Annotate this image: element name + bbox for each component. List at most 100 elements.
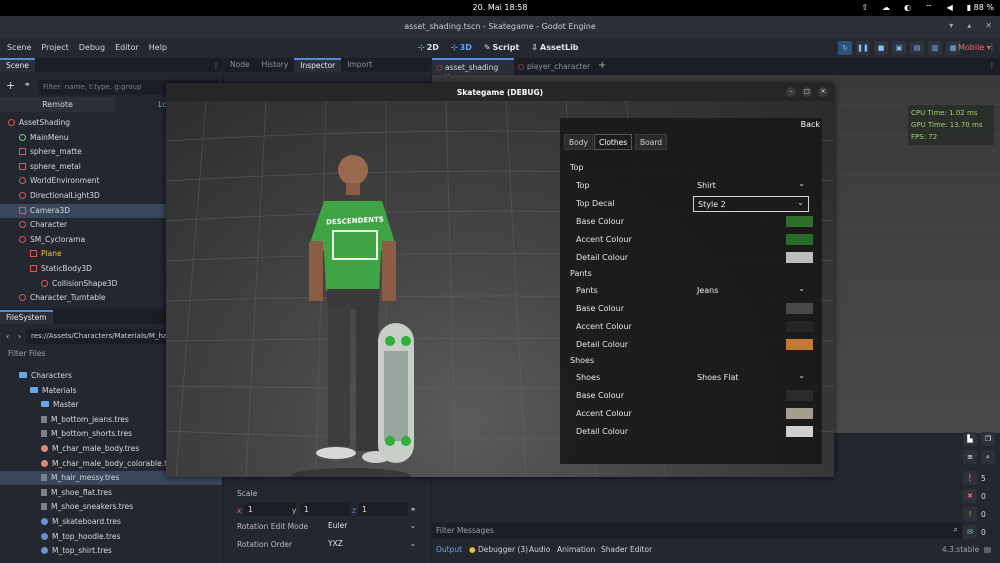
link-icon[interactable]: ⚭: [24, 80, 31, 89]
scale-x-input[interactable]: 1: [244, 503, 296, 516]
close-icon[interactable]: ✕: [818, 87, 828, 97]
warning-icon[interactable]: !: [963, 507, 977, 521]
remote-tab[interactable]: Remote: [0, 97, 115, 112]
tab-node[interactable]: Node: [224, 58, 256, 72]
upload-icon[interactable]: ⇧: [861, 3, 868, 13]
file-label: M_shoe_sneakers.tres: [51, 502, 134, 512]
tabs-menu-icon[interactable]: ⋮: [988, 61, 996, 70]
filter-list-icon[interactable]: ≡: [963, 450, 977, 464]
scale-y-input[interactable]: 1: [300, 503, 350, 516]
top-decal-select[interactable]: Style 2 ⌄: [693, 196, 809, 212]
volume-icon[interactable]: ◀: [947, 3, 953, 13]
tab-history[interactable]: History: [256, 58, 295, 72]
file-item[interactable]: M_skateboard.tres: [0, 515, 222, 529]
play-custom-icon[interactable]: ▥: [928, 41, 942, 55]
tab-debugger[interactable]: ● Debugger (3): [469, 545, 528, 554]
tab-body[interactable]: Body: [564, 134, 593, 150]
minimize-icon[interactable]: ▾: [949, 21, 953, 30]
tab-shader-editor[interactable]: Shader Editor: [601, 545, 652, 554]
pants-detail-colour-swatch[interactable]: [786, 339, 813, 350]
file-item[interactable]: M_top_shirt.tres: [0, 544, 222, 558]
add-tab-icon[interactable]: +: [598, 60, 606, 71]
search-toggle-icon[interactable]: ⌕: [981, 450, 995, 464]
minimize-icon[interactable]: –: [786, 87, 796, 97]
scene-tab-player-character[interactable]: ○ player_character: [518, 62, 590, 71]
tab-scene[interactable]: Scene: [0, 58, 35, 72]
tab-audio[interactable]: Audio: [529, 545, 550, 554]
wifi-icon[interactable]: ⌔: [925, 3, 933, 13]
material-icon: [41, 445, 48, 452]
close-icon[interactable]: ✕: [985, 21, 992, 30]
pause-icon[interactable]: ❚❚: [856, 41, 870, 55]
sync-icon[interactable]: ◐: [904, 3, 911, 13]
add-node-icon[interactable]: +: [6, 79, 15, 92]
back-button[interactable]: Back: [801, 120, 820, 129]
tab-inspector[interactable]: Inspector: [294, 58, 342, 72]
maximize-icon[interactable]: ▴: [967, 21, 971, 30]
warning-count: 0: [981, 510, 986, 519]
material-icon: [41, 532, 48, 540]
dock-menu-icon[interactable]: ⋮: [212, 61, 220, 70]
play-scene-icon[interactable]: ▤: [910, 41, 924, 55]
more-icon[interactable]: ⋮: [988, 42, 996, 51]
filter-messages-input[interactable]: Filter Messages: [436, 526, 494, 535]
messages-icon[interactable]: ❗: [963, 471, 977, 485]
copy-icon[interactable]: ❐: [981, 432, 995, 446]
menu-scene[interactable]: Scene: [7, 43, 31, 52]
file-filter-input[interactable]: Filter Files: [8, 349, 45, 358]
path-field[interactable]: res://Assets/Characters/Materials/M_ha: [26, 329, 168, 344]
rotation-edit-mode-select[interactable]: Euler ⌄: [324, 519, 419, 532]
top-select[interactable]: Shirt ⌄: [693, 178, 809, 194]
tab-output[interactable]: Output: [436, 545, 462, 554]
tab-clothes[interactable]: Clothes: [594, 134, 633, 150]
scene-tab-asset-shading[interactable]: ○ asset_shading ✕: [432, 58, 514, 81]
file-item[interactable]: M_shoe_sneakers.tres: [0, 500, 222, 514]
pants-accent-colour-label: Accent Colour: [576, 322, 632, 331]
pants-accent-colour-swatch[interactable]: [786, 321, 813, 332]
chevron-down-icon: ⌄: [409, 539, 416, 548]
top-accent-colour-swatch[interactable]: [786, 234, 813, 245]
scale-z-input[interactable]: 1: [358, 503, 408, 516]
renderer-select[interactable]: Mobile ▾: [958, 43, 991, 52]
layout-icon[interactable]: ▤: [984, 545, 991, 554]
stop-icon[interactable]: ■: [874, 41, 888, 55]
battery-indicator[interactable]: ▮ 88 %: [967, 3, 994, 13]
tab-animation[interactable]: Animation: [557, 545, 595, 554]
shoes-base-colour-swatch[interactable]: [786, 390, 813, 401]
workspace-2d[interactable]: ⊹ 2D: [418, 43, 439, 52]
clear-icon[interactable]: ▙: [963, 432, 977, 446]
top-base-colour-swatch[interactable]: [786, 216, 813, 227]
chevron-down-icon: ⌄: [798, 284, 805, 293]
maximize-icon[interactable]: □: [802, 87, 812, 97]
shoes-select[interactable]: Shoes Flat ⌄: [693, 370, 809, 386]
workspace-assetlib[interactable]: ⇩ AssetLib: [531, 43, 578, 52]
back-arrow-icon[interactable]: ‹: [6, 332, 9, 341]
workspace-3d[interactable]: ⊹ 3D: [451, 43, 472, 52]
top-decal-select-value: Style 2: [698, 200, 726, 209]
shoes-accent-colour-swatch[interactable]: [786, 408, 813, 419]
file-item[interactable]: M_shoe_flat.tres: [0, 486, 222, 500]
menu-help[interactable]: Help: [149, 43, 167, 52]
editor-message-icon[interactable]: ✉: [963, 525, 977, 539]
menu-editor[interactable]: Editor: [115, 43, 139, 52]
menu-project[interactable]: Project: [41, 43, 68, 52]
file-item[interactable]: M_top_hoodie.tres: [0, 530, 222, 544]
game-render[interactable]: DESCENDENTS Back Body Clothes Board Top T…: [166, 101, 834, 477]
cloud-icon[interactable]: ☁: [882, 3, 890, 13]
rotation-order-select[interactable]: YXZ ⌄: [324, 537, 419, 550]
forward-arrow-icon[interactable]: ›: [18, 332, 21, 341]
workspace-script[interactable]: ✎ Script: [484, 43, 519, 52]
menu-debug[interactable]: Debug: [79, 43, 105, 52]
top-detail-colour-swatch[interactable]: [786, 252, 813, 263]
tab-filesystem[interactable]: FileSystem: [0, 310, 53, 324]
shoes-detail-colour-swatch[interactable]: [786, 426, 813, 437]
pants-base-colour-swatch[interactable]: [786, 303, 813, 314]
tab-import[interactable]: Import: [341, 58, 378, 72]
link-scale-icon[interactable]: ⚭: [410, 505, 416, 514]
remote-debug-icon[interactable]: ▣: [892, 41, 906, 55]
search-icon[interactable]: ⌕: [954, 525, 958, 535]
tab-board[interactable]: Board: [635, 134, 668, 150]
pants-select[interactable]: Jeans ⌄: [693, 283, 809, 299]
reload-icon[interactable]: ↻: [838, 41, 852, 55]
error-icon[interactable]: ✖: [963, 489, 977, 503]
